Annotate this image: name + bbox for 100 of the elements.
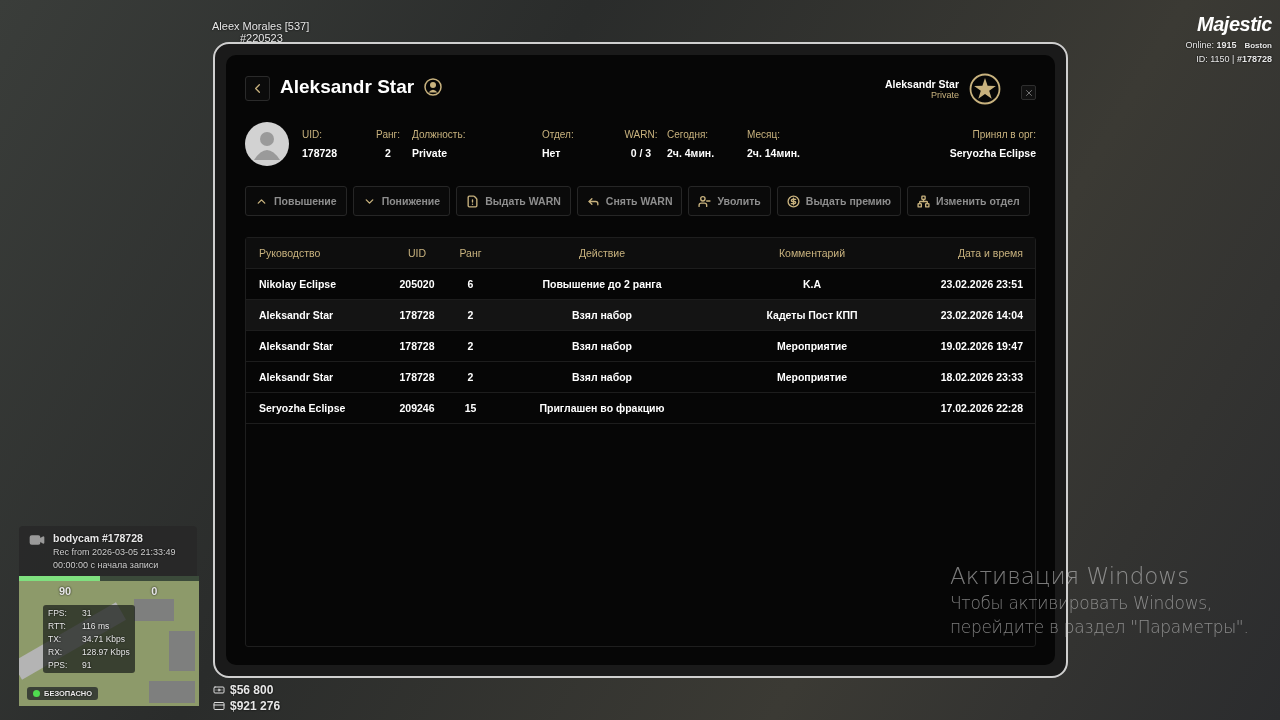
card-icon [213,700,225,712]
table-cell-text: Мероприятие [775,340,849,352]
table-cell-text: 2 [466,309,475,321]
field-value: 178728 [302,147,338,159]
field-label: Принял в орг: [972,129,1036,140]
table-cell-text: 2 [466,371,475,383]
action-button[interactable]: Выдать премию [776,186,902,216]
compass-heading: 0 [151,585,158,597]
column-header: Руководство [258,247,322,259]
table-cell-text: 209246 [398,402,436,414]
bodycam-title: bodycam #178728 [53,532,144,544]
table-cell-text: Приглашен во фракцию [538,402,666,414]
back-button[interactable] [245,76,270,101]
table-cell-text: Nikolay Eclipse [258,278,338,290]
field-value: 2ч. 14мин. [747,147,800,159]
money-amount: $56 800 [230,683,274,697]
avatar-silhouette [245,122,289,166]
stat-value: 34.71 Kbps [82,634,126,644]
recording-start: Rec from 2026-03-05 21:33:49 [53,547,176,557]
action-button[interactable]: Уволить [688,186,771,216]
dollar-coin-icon [786,194,800,208]
badge-rank: Private [931,90,959,100]
field-label: WARN: [624,129,658,140]
building-block [169,631,195,671]
table-cell-text: 18.02.2026 23:33 [939,371,1024,383]
table-cell-text: 205020 [398,278,436,290]
field-value: 2ч. 4мин. [667,147,715,159]
table-cell-text: 15 [463,402,478,414]
server-name: Boston [1244,40,1272,50]
table-cell-text: 23.02.2026 23:51 [939,278,1024,290]
column-header: UID [406,247,428,259]
table-row[interactable]: Aleksandr Star 178728 2 Взял набор Мероприятие 18.02.2026 23:33 [246,362,1035,393]
compass-heading: 90 [59,585,72,597]
stat-label: FPS: [48,608,68,618]
player-name: Aleex Morales [537] [212,20,310,32]
table-row[interactable]: Aleksandr Star 178728 2 Взял набор Мероприятие 19.02.2026 19:47 [246,331,1035,362]
member-name: Aleksandr Star [280,76,415,98]
star-emblem-icon [969,73,1001,105]
field-value: Private [412,147,448,159]
field-label: UID: [302,129,322,140]
player-id: #220523 [240,32,284,44]
table-cell-text: Aleksandr Star [258,371,335,383]
column-header: Комментарий [777,247,847,259]
field-label: Месяц: [747,129,780,140]
stat-label: TX: [48,634,63,644]
table-cell-text: Взял набор [571,340,633,352]
table-row[interactable]: Aleksandr Star 178728 2 Взял набор Кадеты Пост КПП 23.02.2026 14:04 [246,300,1035,331]
table-row[interactable]: Seryozha Eclipse 209246 15 Приглашен во фракцию 17.02.2026 22:28 [246,393,1035,424]
hierarchy-icon [917,194,931,208]
user-minus-icon [698,194,712,208]
document-warning-icon [466,194,480,208]
field-value: Нет [542,147,561,159]
column-header: Дата и время [956,247,1024,259]
stat-value: 116 ms [82,621,111,631]
column-header: Действие [577,247,627,259]
table-cell-text: 6 [466,278,475,290]
action-button[interactable]: Понижение [352,186,451,216]
building-block [149,681,195,703]
banknote-icon [213,684,225,696]
field-label: Должность: [412,129,466,140]
field-value: 2 [385,147,391,159]
player-id-line: ID: 1150 | #178728 [1196,54,1272,64]
table-cell-text: Взял набор [571,371,633,383]
table-cell-text: Seryozha Eclipse [258,402,347,414]
field-label: Отдел: [542,129,574,140]
stat-value: 31 [82,608,93,618]
column-header: Ранг [458,247,483,259]
close-icon [1023,87,1034,98]
recording-elapsed: 00:00:00 с начала записи [53,560,160,570]
field-value: Seryozha Eclipse [949,147,1036,159]
stat-value: 128.97 Kbps [82,647,130,657]
table-cell-text: 17.02.2026 22:28 [939,402,1024,414]
field-label: Сегодня: [667,129,709,140]
stat-label: PPS: [48,660,69,670]
table-cell-text: 19.02.2026 19:47 [939,340,1024,352]
stat-label: RTT: [48,621,67,631]
online-count: Online: 1915 [1185,40,1237,50]
field-label: Ранг: [376,129,400,140]
video-camera-icon [29,532,45,548]
money-amount: $921 276 [230,699,281,713]
action-button[interactable]: Изменить отдел [907,186,1030,216]
field-value: 0 / 3 [630,147,652,159]
table-cell-text: 178728 [398,309,436,321]
table-cell-text: K.A [801,278,823,290]
status-dot [33,690,40,697]
table-cell-text: Взял набор [571,309,633,321]
table-cell-text: Aleksandr Star [258,340,335,352]
table-cell-text: 23.02.2026 14:04 [939,309,1024,321]
table-cell-text: 178728 [398,371,436,383]
stat-value: 91 [82,660,93,670]
logo: Majestic [1197,13,1272,36]
stat-label: RX: [48,647,64,657]
table-cell-text: Мероприятие [775,371,849,383]
action-button[interactable]: Повышение [245,186,347,216]
close-button[interactable] [1021,85,1036,100]
action-button[interactable]: Снять WARN [576,186,683,216]
person-icon [424,78,443,96]
table-cell-text: Кадеты Пост КПП [765,309,859,321]
action-button[interactable]: Выдать WARN [456,186,571,216]
table-cell-text: Повышение до 2 ранга [541,278,663,290]
